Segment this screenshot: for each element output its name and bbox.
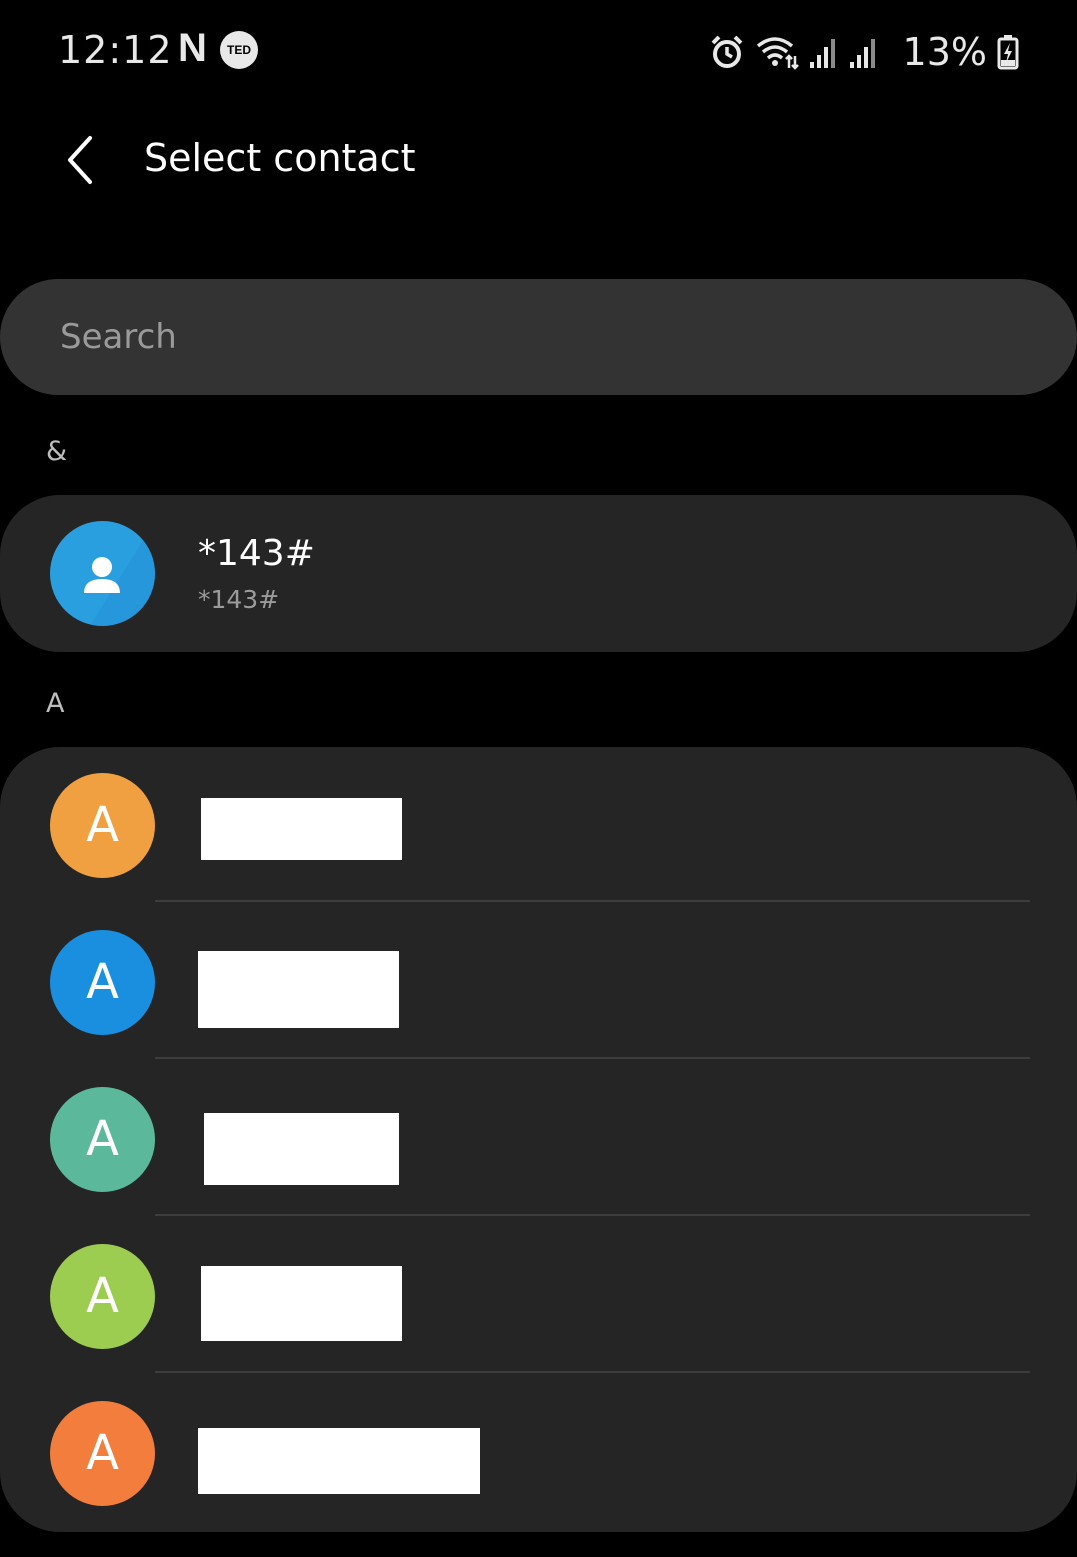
search-input[interactable] xyxy=(60,313,960,361)
chevron-left-icon[interactable] xyxy=(58,132,106,188)
signal-icon xyxy=(849,39,875,68)
divider xyxy=(155,1057,1030,1059)
avatar: A xyxy=(50,1401,155,1506)
contact-name: *143# xyxy=(198,533,315,574)
redacted-contact-info xyxy=(198,951,399,1028)
redacted-contact-info xyxy=(201,798,402,860)
contact-row[interactable]: A xyxy=(0,1061,1077,1218)
redacted-contact-info xyxy=(201,1266,402,1341)
contact-row[interactable]: A xyxy=(0,1218,1077,1375)
ted-notification-icon: TED xyxy=(220,31,258,69)
alarm-icon xyxy=(711,35,742,68)
status-time: 12:12 xyxy=(58,28,173,72)
avatar-letter: A xyxy=(86,797,119,853)
contact-group-ampersand: *143# *143# xyxy=(0,495,1077,652)
avatar: A xyxy=(50,773,155,878)
avatar xyxy=(50,521,155,626)
avatar: A xyxy=(50,1244,155,1349)
contact-row[interactable]: A xyxy=(0,747,1077,904)
avatar-letter: A xyxy=(86,954,119,1010)
avatar-letter: A xyxy=(86,1268,119,1324)
battery-charging-icon xyxy=(997,35,1019,70)
status-icons: 13% xyxy=(709,28,1019,76)
contact-row[interactable]: A xyxy=(0,904,1077,1061)
avatar-letter: A xyxy=(86,1425,119,1481)
person-icon xyxy=(84,521,155,626)
divider xyxy=(155,1371,1030,1373)
avatar: A xyxy=(50,1087,155,1192)
contact-row[interactable]: A xyxy=(0,1375,1077,1532)
contact-group-a: A A A A A xyxy=(0,747,1077,1532)
status-bar: 12:12 N TED 13% xyxy=(0,0,1077,100)
netflix-notification-icon: N xyxy=(178,26,207,70)
avatar: A xyxy=(50,930,155,1035)
battery-percent: 13% xyxy=(902,30,987,74)
redacted-contact-info xyxy=(198,1428,480,1494)
wifi-icon xyxy=(756,37,799,70)
divider xyxy=(155,1214,1030,1216)
search-field[interactable] xyxy=(0,279,1077,395)
contact-row[interactable]: *143# *143# xyxy=(0,495,1077,652)
signal-icon xyxy=(809,39,835,68)
divider xyxy=(155,900,1030,902)
avatar-letter: A xyxy=(86,1111,119,1167)
section-header-ampersand: & xyxy=(46,436,68,467)
redacted-contact-info xyxy=(204,1113,399,1185)
contact-number: *143# xyxy=(198,585,280,614)
section-header-a: A xyxy=(46,688,65,719)
page-title: Select contact xyxy=(144,136,416,180)
